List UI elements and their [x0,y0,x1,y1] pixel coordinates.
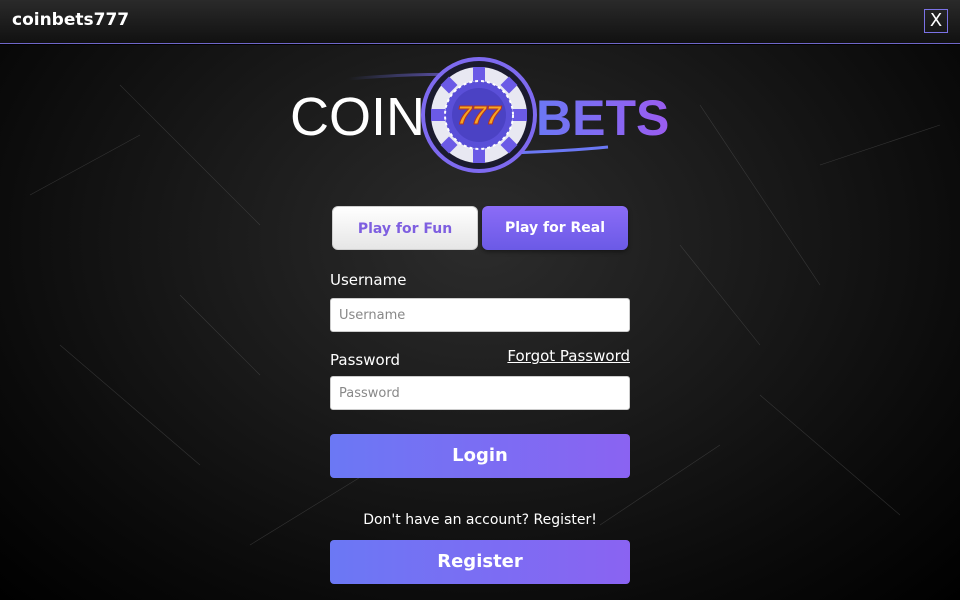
close-button[interactable]: X [924,9,948,33]
register-prompt: Don't have an account? Register! [363,512,597,528]
chip-text: 777 [457,100,502,130]
register-button[interactable]: Register [330,540,630,584]
window-title: coinbets777 [12,10,130,30]
username-label: Username [330,271,407,289]
username-input[interactable] [330,298,630,332]
logo-word-coin: COIN [290,87,425,147]
login-stage: COIN 777 BETS Play for Fun Play for Real… [0,45,960,600]
password-input[interactable] [330,376,630,410]
logo-word-bets: BETS [536,90,669,146]
coinbets-logo: COIN 777 BETS [290,57,669,173]
play-for-fun-button[interactable]: Play for Fun [332,206,478,250]
forgot-password-link[interactable]: Forgot Password [507,347,630,365]
login-button[interactable]: Login [330,434,630,478]
play-for-real-button[interactable]: Play for Real [482,206,628,250]
mode-toggle: Play for Fun Play for Real [332,206,628,252]
title-bar: coinbets777 X [0,0,960,44]
password-label: Password [330,351,401,369]
